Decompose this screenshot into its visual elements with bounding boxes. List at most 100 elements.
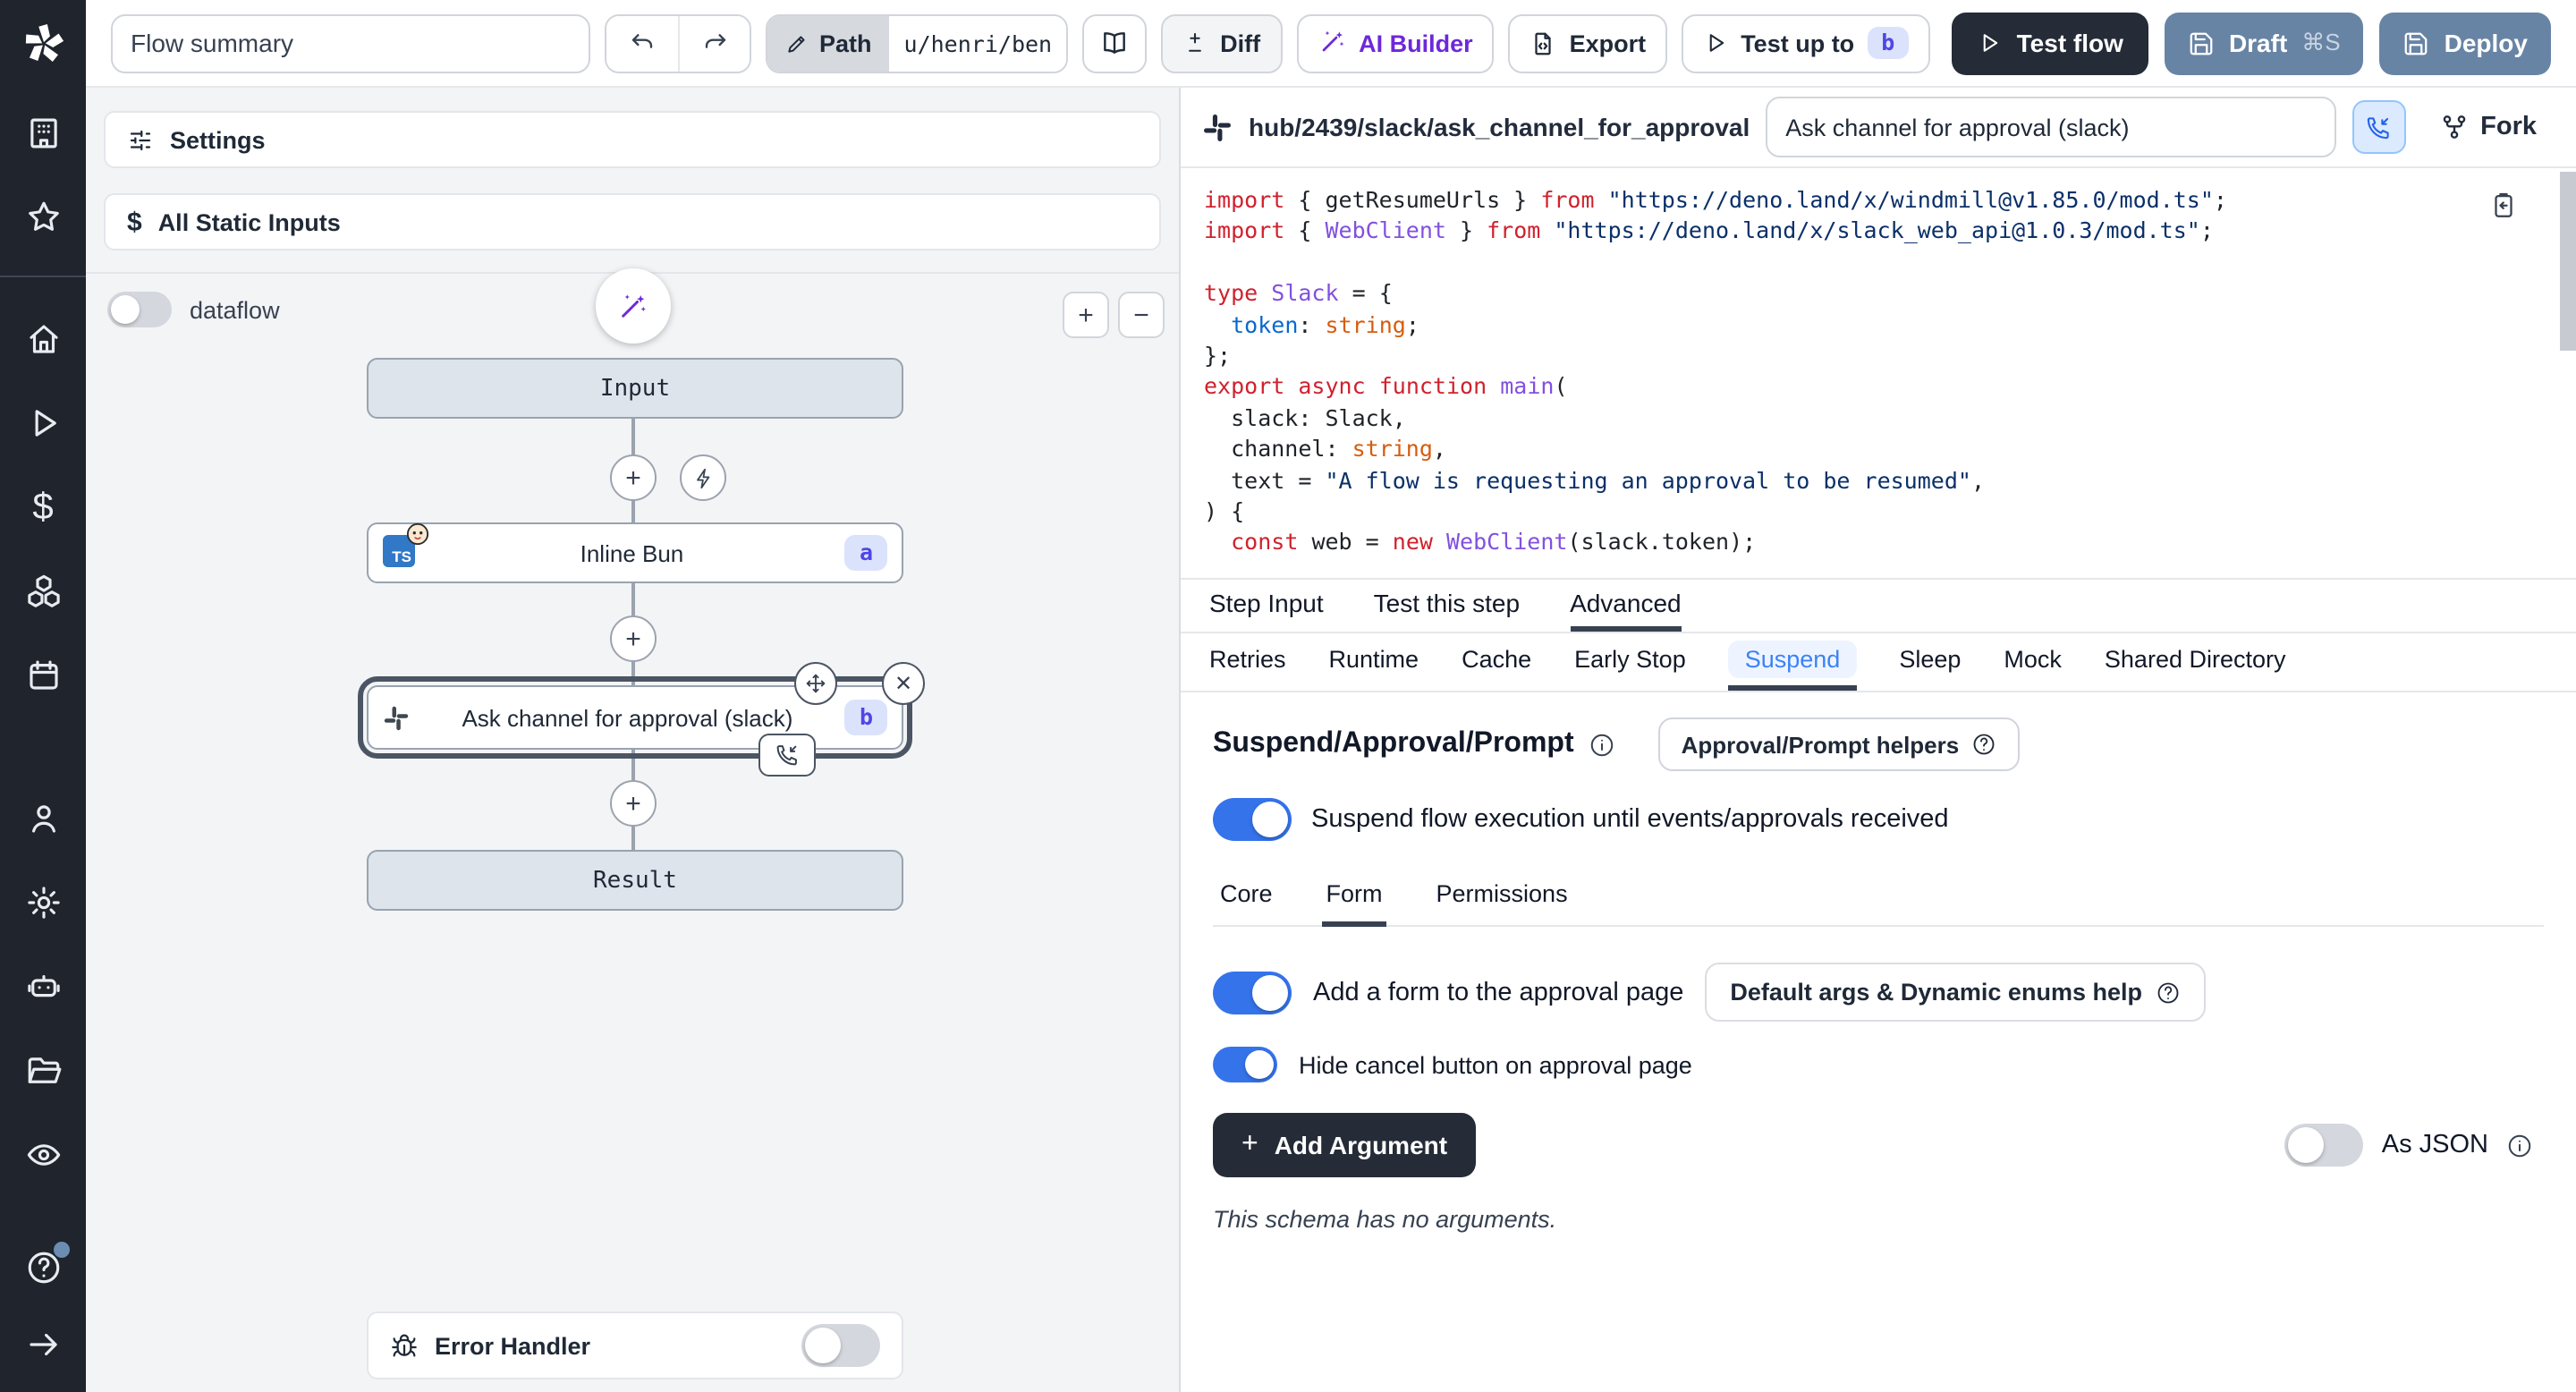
- save-icon: [2403, 30, 2430, 56]
- step-header: hub/2439/slack/ask_channel_for_approval …: [1181, 88, 2576, 168]
- info-icon[interactable]: [2506, 1132, 2533, 1159]
- approval-prompt-helpers-button[interactable]: Approval/Prompt helpers: [1658, 717, 2021, 771]
- add-step-button-1[interactable]: +: [610, 454, 657, 501]
- subtab-suspend[interactable]: Suspend: [1729, 633, 1857, 691]
- suspend-flow-toggle[interactable]: [1213, 798, 1292, 841]
- add-argument-button[interactable]: + Add Argument: [1213, 1113, 1476, 1177]
- tab-test-this-step[interactable]: Test this step: [1374, 580, 1520, 632]
- diff-button[interactable]: Diff: [1161, 13, 1282, 72]
- flow-node-inline-bun[interactable]: TS Inline Bun a: [367, 522, 903, 583]
- help-icon[interactable]: [24, 1249, 62, 1286]
- subtab-sleep[interactable]: Sleep: [1899, 633, 1961, 691]
- play-outline-icon: [1703, 30, 1728, 55]
- flow-node-input[interactable]: Input: [367, 358, 903, 419]
- tab-advanced[interactable]: Advanced: [1570, 580, 1682, 632]
- settings-gear-icon[interactable]: [24, 884, 62, 921]
- audit-eye-icon[interactable]: [24, 1136, 62, 1174]
- diff-plus-minus-icon: [1182, 30, 1208, 55]
- deploy-button[interactable]: Deploy: [2380, 12, 2551, 74]
- runs-play-icon[interactable]: [24, 404, 62, 442]
- flow-settings-row[interactable]: Settings: [104, 111, 1161, 168]
- code-line: [1204, 247, 2504, 278]
- ai-builder-button[interactable]: AI Builder: [1296, 13, 1495, 72]
- code-scrollbar-thumb[interactable]: [2560, 172, 2576, 351]
- dataflow-label: dataflow: [190, 296, 280, 323]
- test-flow-button[interactable]: Test flow: [1953, 12, 2148, 74]
- error-handler-toggle[interactable]: [801, 1324, 880, 1367]
- step-name-input[interactable]: [1766, 97, 2335, 157]
- draft-button[interactable]: Draft ⌘S: [2165, 12, 2364, 74]
- help-circle-icon: [2157, 980, 2182, 1005]
- delete-step-button[interactable]: ✕: [882, 662, 925, 705]
- subtab-runtime[interactable]: Runtime: [1329, 633, 1419, 691]
- resources-boxes-icon[interactable]: [24, 573, 62, 610]
- favorites-star-icon[interactable]: [24, 199, 62, 236]
- zoom-in-button[interactable]: +: [1063, 292, 1109, 338]
- as-json-toggle[interactable]: [2285, 1124, 2364, 1167]
- dataflow-toggle[interactable]: [107, 292, 172, 327]
- suspend-phone-badge: [758, 734, 816, 777]
- hide-cancel-toggle[interactable]: [1213, 1047, 1277, 1082]
- pencil-icon: [785, 31, 809, 55]
- add-trigger-bolt-button[interactable]: [680, 454, 726, 501]
- deploy-group: Test flow Draft ⌘S Deploy: [1953, 12, 2551, 74]
- inner-tab-form[interactable]: Form: [1323, 870, 1386, 927]
- info-icon[interactable]: [1589, 731, 1615, 758]
- node-label: Inline Bun: [419, 539, 845, 566]
- add-step-button-2[interactable]: +: [610, 615, 657, 662]
- draft-shortcut: ⌘S: [2301, 29, 2340, 57]
- zoom-out-button[interactable]: −: [1118, 292, 1165, 338]
- all-static-inputs-label: All Static Inputs: [158, 208, 341, 235]
- bug-icon: [390, 1331, 419, 1360]
- move-step-button[interactable]: [794, 662, 837, 705]
- subtab-cache[interactable]: Cache: [1462, 633, 1531, 691]
- undo-button[interactable]: [606, 15, 678, 71]
- schedules-calendar-icon[interactable]: [24, 657, 62, 694]
- subtab-early-stop[interactable]: Early Stop: [1574, 633, 1686, 691]
- tab-step-input[interactable]: Step Input: [1209, 580, 1324, 632]
- folders-icon[interactable]: [24, 1052, 62, 1090]
- error-handler-row: Error Handler: [367, 1311, 903, 1379]
- test-up-to-button[interactable]: Test up to b: [1682, 13, 1930, 72]
- variables-dollar-icon[interactable]: $: [24, 488, 62, 526]
- slack-icon: [383, 704, 410, 731]
- expand-sidebar-arrow-icon[interactable]: [24, 1326, 62, 1363]
- export-button[interactable]: Export: [1509, 13, 1668, 72]
- docs-book-button[interactable]: [1082, 13, 1147, 72]
- users-icon[interactable]: [24, 800, 62, 837]
- all-static-inputs-row[interactable]: $ All Static Inputs: [104, 193, 1161, 250]
- subtab-retries[interactable]: Retries: [1209, 633, 1286, 691]
- suspend-heading: Suspend/Approval/Prompt: [1213, 728, 1574, 760]
- code-line: export async function main(: [1204, 371, 2504, 403]
- as-json-label: As JSON: [2382, 1131, 2488, 1159]
- inner-tab-core[interactable]: Core: [1216, 870, 1276, 927]
- subtab-mock[interactable]: Mock: [2004, 633, 2062, 691]
- ai-flow-wand-button[interactable]: [596, 268, 671, 344]
- path-button[interactable]: Path u/henri/ben: [766, 13, 1068, 72]
- typescript-bun-icon: TS: [383, 535, 419, 571]
- as-json-group: As JSON: [2285, 1124, 2544, 1167]
- inner-tab-permissions[interactable]: Permissions: [1433, 870, 1572, 927]
- fork-button[interactable]: Fork: [2439, 113, 2537, 141]
- add-form-toggle[interactable]: [1213, 971, 1292, 1014]
- workers-robot-icon[interactable]: [24, 968, 62, 1006]
- code-line: token: string;: [1204, 309, 2504, 340]
- flow-summary-input[interactable]: [111, 13, 590, 72]
- home-icon[interactable]: [24, 320, 62, 358]
- redo-button[interactable]: [678, 15, 750, 71]
- workspace-icon[interactable]: [24, 115, 62, 152]
- save-icon: [2188, 30, 2215, 56]
- code-editor[interactable]: import { getResumeUrls } from "https://d…: [1181, 168, 2576, 580]
- add-form-label: Add a form to the approval page: [1313, 978, 1683, 1006]
- code-line: text = "A flow is requesting an approval…: [1204, 464, 2504, 496]
- suspend-phone-indicator-button[interactable]: [2351, 100, 2405, 154]
- add-step-button-3[interactable]: +: [610, 780, 657, 827]
- step-id-badge-b: b: [845, 700, 887, 736]
- copy-code-icon[interactable]: [2488, 190, 2519, 220]
- windmill-flow-editor: $: [0, 0, 2576, 1392]
- default-args-help-button[interactable]: Default args & Dynamic enums help: [1705, 963, 2207, 1022]
- subtab-shared-directory[interactable]: Shared Directory: [2105, 633, 2286, 691]
- windmill-logo-icon[interactable]: [0, 0, 86, 86]
- code-line: ) {: [1204, 496, 2504, 527]
- flow-node-result[interactable]: Result: [367, 850, 903, 911]
